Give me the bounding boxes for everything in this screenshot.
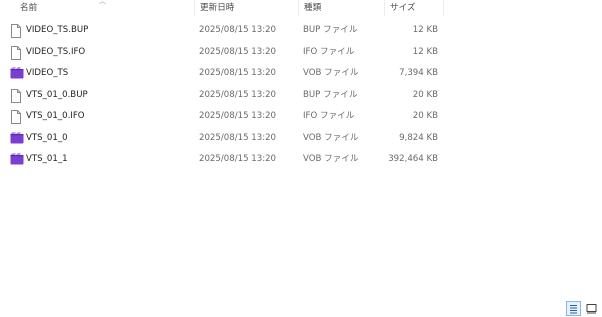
sort-up-icon: ︿ — [99, 0, 106, 5]
document-icon — [10, 45, 23, 60]
file-size: 7,394 KB — [399, 68, 438, 78]
file-name: VTS_01_0.IFO — [26, 111, 85, 121]
file-name: VTS_01_0 — [26, 132, 68, 143]
file-date: 2025/08/15 13:20 — [199, 89, 277, 100]
file-list-view: 名前 ︿ 更新日時 種類 サイズ VIDEO_TS.BUP 2025/08/15… — [0, 0, 602, 317]
file-name: VTS_01_1 — [26, 154, 68, 164]
file-type: VOB ファイル — [303, 68, 359, 78]
document-icon — [10, 110, 23, 124]
file-type: IFO ファイル — [303, 111, 355, 121]
file-date: 2025/08/15 13:20 — [199, 68, 277, 78]
file-name: VIDEO_TS.IFO — [26, 46, 86, 57]
large-icons-view-icon — [586, 304, 597, 314]
column-header-date[interactable]: 更新日時 — [194, 0, 298, 16]
details-view-button[interactable] — [566, 301, 581, 316]
column-header-date-label: 更新日時 — [200, 3, 235, 13]
file-name: VIDEO_TS.BUP — [26, 25, 89, 35]
file-type: IFO ファイル — [303, 46, 355, 57]
large-icons-view-button[interactable] — [584, 301, 599, 316]
document-icon — [10, 24, 23, 38]
file-row[interactable]: VTS_01_0.BUP 2025/08/15 13:20 BUP ファイル 2… — [0, 85, 444, 107]
file-date: 2025/08/15 13:20 — [199, 132, 277, 143]
file-row[interactable]: VIDEO_TS 2025/08/15 13:20 VOB ファイル 7,394… — [0, 63, 444, 85]
column-header-name-label: 名前 — [20, 3, 38, 13]
file-row[interactable]: VTS_01_0.IFO 2025/08/15 13:20 IFO ファイル 2… — [0, 106, 444, 128]
file-name: VIDEO_TS — [26, 68, 69, 78]
file-type: VOB ファイル — [303, 154, 359, 164]
column-header: 名前 ︿ 更新日時 種類 サイズ — [0, 0, 602, 16]
file-type: VOB ファイル — [303, 132, 359, 143]
file-type: BUP ファイル — [303, 25, 358, 35]
file-row[interactable]: VTS_01_1 2025/08/15 13:20 VOB ファイル 392,4… — [0, 149, 444, 171]
column-header-type[interactable]: 種類 — [298, 0, 384, 16]
video-file-icon — [10, 131, 24, 146]
file-size: 20 KB — [412, 89, 438, 100]
file-row[interactable]: VIDEO_TS.BUP 2025/08/15 13:20 BUP ファイル 1… — [0, 20, 444, 42]
file-date: 2025/08/15 13:20 — [199, 154, 277, 164]
file-rows: VIDEO_TS.BUP 2025/08/15 13:20 BUP ファイル 1… — [0, 20, 444, 171]
file-date: 2025/08/15 13:20 — [199, 111, 277, 121]
file-row[interactable]: VIDEO_TS.IFO 2025/08/15 13:20 IFO ファイル 1… — [0, 42, 444, 64]
column-header-size-label: サイズ — [390, 3, 416, 13]
file-name: VTS_01_0.BUP — [26, 89, 88, 100]
file-size: 9,824 KB — [399, 132, 438, 143]
file-size: 12 KB — [412, 25, 438, 35]
column-header-size[interactable]: サイズ — [384, 0, 444, 16]
document-icon — [10, 88, 23, 103]
video-file-icon — [10, 153, 24, 167]
file-size: 392,464 KB — [388, 154, 438, 164]
file-size: 12 KB — [412, 46, 438, 57]
video-file-icon — [10, 67, 24, 81]
file-row[interactable]: VTS_01_0 2025/08/15 13:20 VOB ファイル 9,824… — [0, 128, 444, 150]
column-header-type-label: 種類 — [304, 3, 322, 13]
file-type: BUP ファイル — [303, 89, 358, 100]
file-date: 2025/08/15 13:20 — [199, 46, 277, 57]
file-date: 2025/08/15 13:20 — [199, 25, 277, 35]
file-size: 20 KB — [412, 111, 438, 121]
details-view-icon — [570, 305, 577, 314]
